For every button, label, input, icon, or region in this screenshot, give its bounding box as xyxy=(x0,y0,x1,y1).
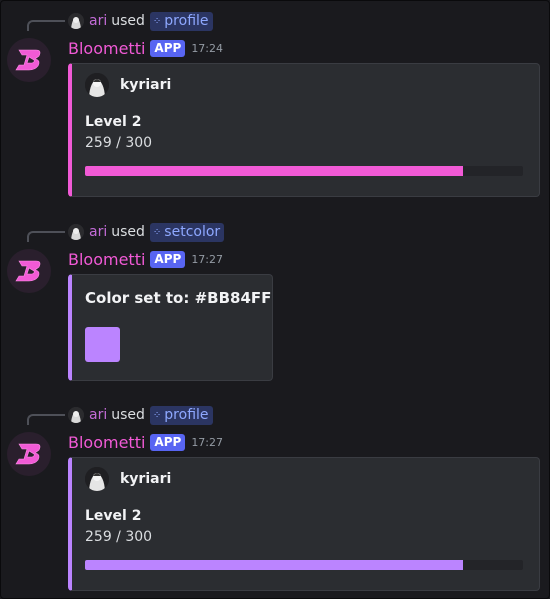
message-header: Bloometti APP 17:27 xyxy=(68,249,223,269)
author-avatar-icon xyxy=(85,73,109,97)
embed-author: kyriari xyxy=(85,73,171,97)
slash-command-chip[interactable]: ⁘ profile xyxy=(149,405,213,425)
reply-context[interactable]: ari used ⁘ profile xyxy=(68,405,213,425)
timestamp[interactable]: 17:27 xyxy=(191,253,223,266)
profile-embed: kyriari Level 2 259 / 300 xyxy=(68,63,540,197)
xp-progress-bar xyxy=(85,166,523,176)
app-badge: APP xyxy=(150,433,186,451)
reply-connector xyxy=(27,231,65,242)
timestamp[interactable]: 17:24 xyxy=(191,42,223,55)
reply-context[interactable]: ari used ⁘ profile xyxy=(68,11,213,31)
slash-command-chip[interactable]: ⁘ setcolor xyxy=(149,222,225,242)
embed-author: kyriari xyxy=(85,467,171,491)
slash-command-icon: ⁘ xyxy=(152,409,162,421)
reply-context[interactable]: ari used ⁘ setcolor xyxy=(68,222,225,242)
bot-name[interactable]: Bloometti xyxy=(68,39,145,58)
author-avatar-icon xyxy=(85,467,109,491)
slash-command-name: profile xyxy=(164,13,209,29)
author-avatar[interactable] xyxy=(85,73,109,97)
user-avatar-icon xyxy=(68,407,84,423)
reply-used-text: used xyxy=(111,13,145,29)
app-badge: APP xyxy=(150,39,186,57)
reply-used-text: used xyxy=(111,224,145,240)
bot-name[interactable]: Bloometti xyxy=(68,433,145,452)
reply-username[interactable]: ari xyxy=(89,224,107,240)
bloometti-logo-icon xyxy=(15,443,41,465)
xp-progress-bar xyxy=(85,560,523,570)
slash-command-name: profile xyxy=(164,407,209,423)
xp-progress-text: 259 / 300 xyxy=(85,135,153,151)
bot-avatar[interactable] xyxy=(7,249,51,293)
slash-command-chip[interactable]: ⁘ profile xyxy=(149,11,213,31)
level-label: Level 2 xyxy=(85,114,142,130)
bot-name[interactable]: Bloometti xyxy=(68,250,145,269)
user-mini-avatar[interactable] xyxy=(68,407,84,423)
color-swatch xyxy=(85,327,120,362)
user-avatar-icon xyxy=(68,224,84,240)
profile-embed: kyriari Level 2 259 / 300 xyxy=(68,457,540,591)
bloometti-logo-icon xyxy=(15,260,41,282)
reply-used-text: used xyxy=(111,407,145,423)
timestamp[interactable]: 17:27 xyxy=(191,436,223,449)
user-mini-avatar[interactable] xyxy=(68,13,84,29)
color-embed: Color set to: #BB84FF xyxy=(68,274,273,381)
xp-progress-fill xyxy=(85,166,463,176)
reply-connector xyxy=(27,414,65,425)
message-header: Bloometti APP 17:24 xyxy=(68,38,223,58)
xp-progress-text: 259 / 300 xyxy=(85,529,153,545)
color-set-title: Color set to: #BB84FF xyxy=(85,289,272,307)
app-badge: APP xyxy=(150,250,186,268)
reply-username[interactable]: ari xyxy=(89,407,107,423)
user-mini-avatar[interactable] xyxy=(68,224,84,240)
message-header: Bloometti APP 17:27 xyxy=(68,432,223,452)
slash-command-name: setcolor xyxy=(164,224,221,240)
level-label: Level 2 xyxy=(85,508,142,524)
reply-connector xyxy=(27,20,65,31)
reply-username[interactable]: ari xyxy=(89,13,107,29)
slash-command-icon: ⁘ xyxy=(152,226,162,238)
user-avatar-icon xyxy=(68,13,84,29)
embed-author-name: kyriari xyxy=(120,471,172,487)
slash-command-icon: ⁘ xyxy=(152,15,162,27)
chat-frame: ari used ⁘ profile Bloometti APP 17:24 k… xyxy=(0,0,550,599)
bloometti-logo-icon xyxy=(15,49,41,71)
xp-progress-fill xyxy=(85,560,463,570)
bot-avatar[interactable] xyxy=(7,38,51,82)
author-avatar[interactable] xyxy=(85,467,109,491)
bot-avatar[interactable] xyxy=(7,432,51,476)
embed-author-name: kyriari xyxy=(120,77,172,93)
